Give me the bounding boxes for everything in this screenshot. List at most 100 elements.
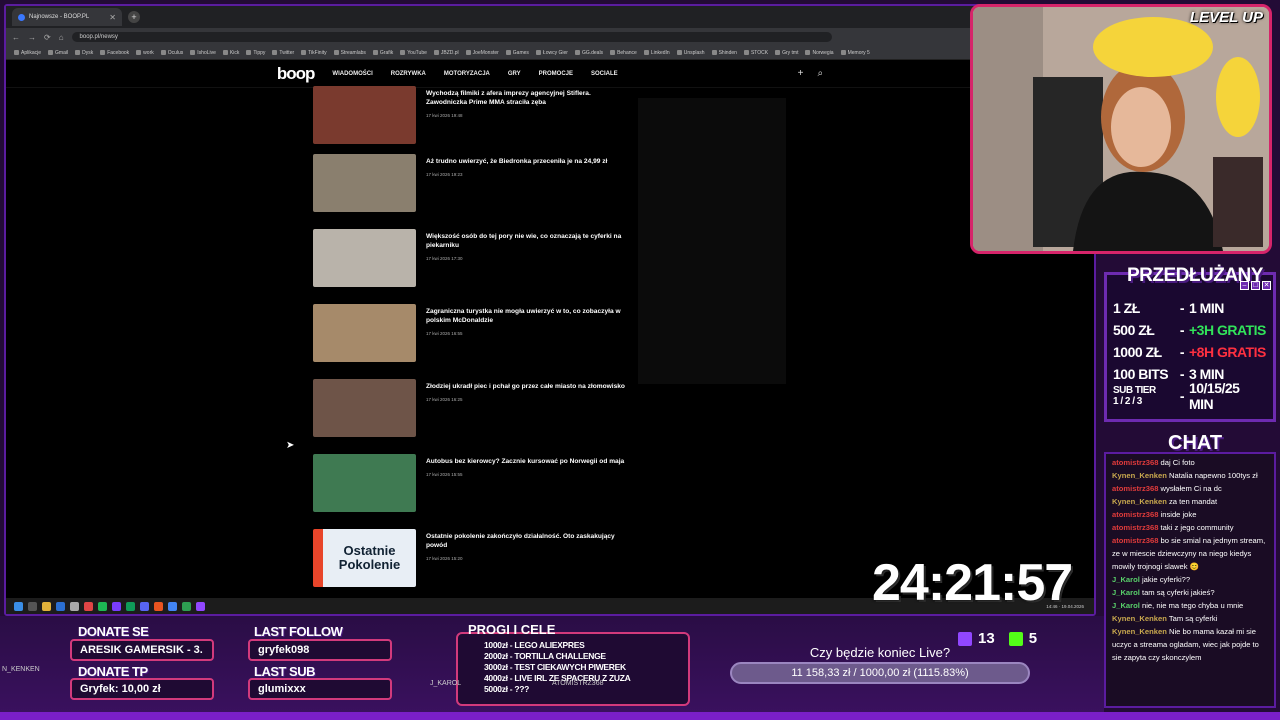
bookmark-item[interactable]: Tippy — [246, 50, 265, 56]
chat-username[interactable]: J_Karol — [1112, 601, 1140, 610]
bookmark-item[interactable]: Aplikacje — [14, 50, 41, 56]
poll-title: Czy będzie koniec Live? — [809, 645, 951, 660]
nav-item[interactable]: MOTORYZACJA — [444, 71, 490, 77]
bookmark-item[interactable]: YouTube — [400, 50, 427, 56]
bookmark-item[interactable]: STOCK — [744, 50, 768, 56]
bookmark-item[interactable]: GG.deals — [575, 50, 603, 56]
browser-tab[interactable]: Najnowsze - BOOP.PL ✕ — [12, 8, 122, 26]
bookmark-item[interactable]: Facebook — [100, 50, 129, 56]
plus-icon[interactable]: + — [798, 68, 804, 79]
chat-username[interactable]: atomistrz368 — [1112, 523, 1158, 532]
twitch-icon[interactable] — [196, 601, 205, 611]
article-title[interactable]: Wychodzą filmiki z afera imprezy agencyj… — [426, 89, 633, 107]
new-tab-button[interactable]: + — [128, 11, 140, 23]
chat-text: inside joke — [1158, 510, 1197, 519]
bottom-strip — [0, 712, 1280, 720]
nav-item[interactable]: ROZRYWKA — [391, 71, 426, 77]
chrome-icon[interactable] — [168, 601, 177, 611]
bookmark-item[interactable]: Oculus — [161, 50, 184, 56]
site-header: boop WIADOMOŚCI ROZRYWKA MOTORYZACJA GRY PRO… — [6, 60, 1094, 88]
article-row[interactable]: Zagraniczna turystka nie mogła uwierzyć … — [313, 304, 633, 362]
article-title[interactable]: Złodziej ukradł piec i pchał go przez ca… — [426, 382, 625, 391]
article-row[interactable]: Aż trudno uwierzyć, że Biedronka przecen… — [313, 154, 633, 212]
article-title[interactable]: Większość osób do tej pory nie wie, co o… — [426, 232, 633, 250]
bookmark-item[interactable]: Twitter — [272, 50, 294, 56]
nav-item[interactable]: SOCIALE — [591, 71, 618, 77]
bookmark-item[interactable]: Grafik — [373, 50, 393, 56]
xbox-icon[interactable] — [126, 601, 135, 611]
bookmark-item[interactable]: Unsplash — [677, 50, 705, 56]
chat-username[interactable]: Kynen_Kenken — [1112, 497, 1167, 506]
nav-item[interactable]: PROMOCJE — [539, 71, 573, 77]
bookmark-item[interactable]: Dysk — [75, 50, 93, 56]
article-row[interactable]: Wychodzą filmiki z afera imprezy agencyj… — [313, 86, 633, 144]
article-row[interactable]: Autobus bez kierowcy? Zacznie kursować p… — [313, 454, 633, 512]
webcam-feed: LEVEL UP — [970, 4, 1272, 254]
chat-username[interactable]: J_Karol — [1112, 575, 1140, 584]
start-icon[interactable] — [14, 601, 23, 611]
chat-username[interactable]: atomistrz368 — [1112, 536, 1158, 545]
bookmark-item[interactable]: Memory 5 — [841, 50, 870, 56]
excel-icon[interactable] — [182, 601, 191, 611]
bookmark-item[interactable]: LinkedIn — [644, 50, 670, 56]
bookmark-item[interactable]: Games — [506, 50, 529, 56]
chat-username[interactable]: atomistrz368 — [1112, 458, 1158, 467]
bookmark-item[interactable]: TikFinity — [301, 50, 326, 56]
discord-icon[interactable] — [140, 601, 149, 611]
chat-username[interactable]: Kynen_Kenken — [1112, 627, 1167, 636]
bookmark-item[interactable]: JBZD.pl — [434, 50, 459, 56]
nav-item[interactable]: GRY — [508, 71, 521, 77]
article-row[interactable]: Złodziej ukradł piec i pchał go przez ca… — [313, 379, 633, 437]
chat-username[interactable]: Kynen_Kenken — [1112, 614, 1167, 623]
search-taskbar-icon[interactable] — [28, 601, 37, 611]
article-title[interactable]: Aż trudno uwierzyć, że Biedronka przecen… — [426, 157, 607, 166]
maximize-icon: □ — [1251, 281, 1260, 290]
article-thumbnail[interactable] — [313, 379, 416, 437]
bookmark-item[interactable]: Streamlabs — [334, 50, 366, 56]
firefox-icon[interactable] — [154, 601, 163, 611]
chat-username[interactable]: atomistrz368 — [1112, 510, 1158, 519]
article-thumbnail[interactable] — [313, 229, 416, 287]
bookmark-item[interactable]: Gmail — [48, 50, 68, 56]
article-thumbnail[interactable] — [313, 154, 416, 212]
article-thumbnail[interactable]: Ostatnie Pokolenie — [313, 529, 416, 587]
article-row[interactable]: Ostatnie Pokolenie Ostatnie pokolenie zak… — [313, 529, 633, 587]
article-row[interactable]: Większość osób do tej pory nie wie, co o… — [313, 229, 633, 287]
chat-username[interactable]: atomistrz368 — [1112, 484, 1158, 493]
reload-icon[interactable]: ⟳ — [44, 33, 51, 42]
bookmark-item[interactable]: Norwegia — [805, 50, 833, 56]
bookmark-item[interactable]: Behance — [610, 50, 637, 56]
article-title[interactable]: Zagraniczna turystka nie mogła uwierzyć … — [426, 307, 633, 325]
back-icon[interactable]: ← — [12, 33, 20, 42]
chat-username[interactable]: Kynen_Kenken — [1112, 471, 1167, 480]
bookmarks-bar: Aplikacje Gmail Dysk Facebook work Oculus Isho… — [6, 46, 1094, 60]
site-logo[interactable]: boop — [277, 64, 316, 84]
close-tab-icon[interactable]: ✕ — [109, 13, 116, 22]
nav-item[interactable]: WIADOMOŚCI — [332, 71, 372, 77]
price-reward: +3H GRATIS — [1189, 322, 1266, 338]
levelup-logo: LEVEL UP — [1189, 9, 1263, 26]
explorer-icon[interactable] — [42, 601, 51, 611]
article-thumbnail[interactable] — [313, 304, 416, 362]
bookmark-item[interactable]: Shinden — [712, 50, 737, 56]
url-field[interactable]: boop.pl/newsy — [71, 32, 832, 42]
article-title[interactable]: Autobus bez kierowcy? Zacznie kursować p… — [426, 457, 624, 466]
article-thumbnail[interactable] — [313, 454, 416, 512]
chat-username[interactable]: J_Karol — [1112, 588, 1140, 597]
article-thumbnail[interactable] — [313, 86, 416, 144]
bookmark-item[interactable]: Gry tmt — [775, 50, 798, 56]
bookmark-item[interactable]: JoeMonster — [466, 50, 499, 56]
bookmark-item[interactable]: Kick — [223, 50, 239, 56]
article-title[interactable]: Ostatnie pokolenie zakończyło działalnoś… — [426, 532, 633, 550]
app-icon[interactable] — [84, 601, 93, 611]
search-icon[interactable]: ⌕ — [818, 68, 824, 79]
forward-icon[interactable]: → — [28, 33, 36, 42]
home-icon[interactable]: ⌂ — [59, 33, 64, 42]
store-icon[interactable] — [56, 601, 65, 611]
bookmark-item[interactable]: work — [136, 50, 154, 56]
bookmark-item[interactable]: Łowcy Gier — [536, 50, 568, 56]
app-icon[interactable] — [112, 601, 121, 611]
app-icon[interactable] — [70, 601, 79, 611]
spotify-icon[interactable] — [98, 601, 107, 611]
bookmark-item[interactable]: IshoLive — [190, 50, 216, 56]
